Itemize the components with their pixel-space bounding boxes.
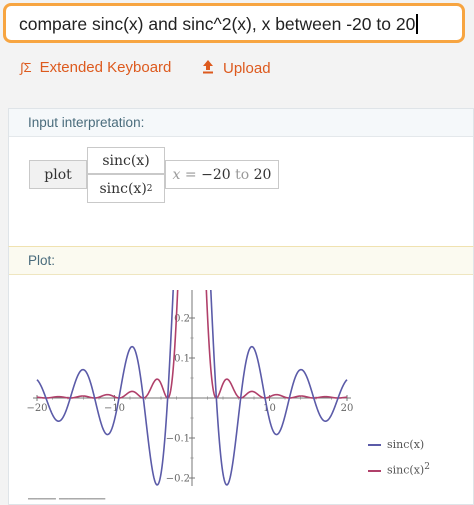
y-tick-label: 0.1 xyxy=(174,354,190,365)
x-tick-label: 20 xyxy=(341,403,354,414)
legend-swatch xyxy=(368,444,381,446)
legend-swatch xyxy=(368,469,381,472)
x-tick-label: −10 xyxy=(104,403,125,414)
next-pod-title-cut: ▔▔▔ ▔▔▔▔▔ xyxy=(28,498,106,505)
legend-label: sinc(x) xyxy=(387,438,425,451)
legend-item-sinc2: sinc(x)2 xyxy=(368,462,430,477)
y-tick-label: −0.2 xyxy=(166,474,190,485)
legend-label: sinc(x) xyxy=(387,463,425,477)
chart: −20 −10 10 200.20.1−0.1−0.2 xyxy=(26,290,354,486)
legend-exponent: 2 xyxy=(424,462,430,472)
x-tick-label: −20 xyxy=(26,403,47,414)
x-tick-label: 10 xyxy=(263,403,276,414)
y-tick-label: −0.1 xyxy=(166,434,190,445)
legend-item-sinc: sinc(x) xyxy=(368,438,424,451)
